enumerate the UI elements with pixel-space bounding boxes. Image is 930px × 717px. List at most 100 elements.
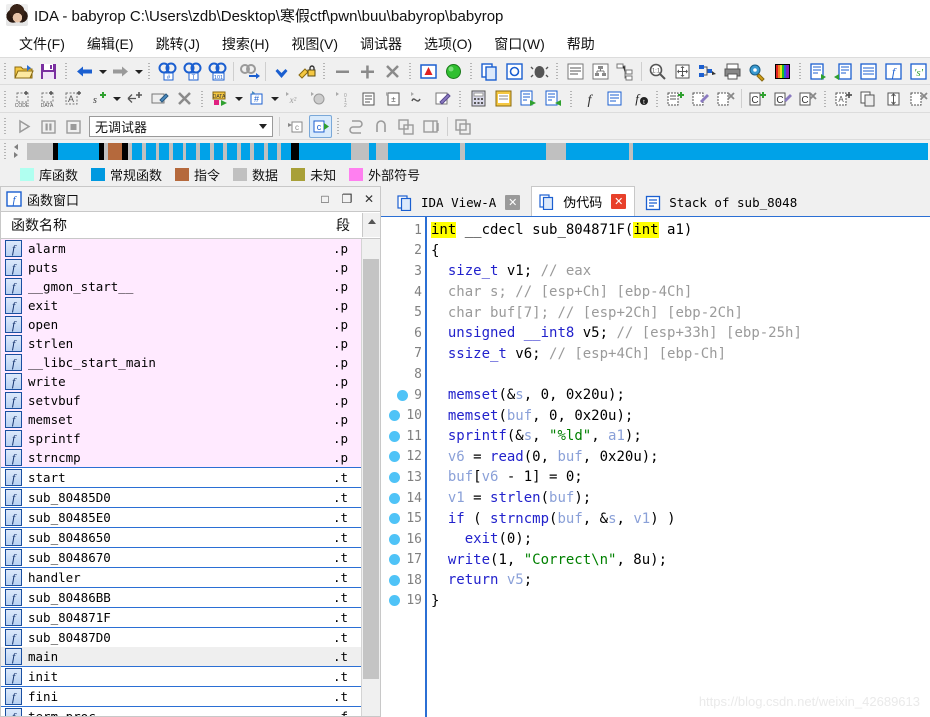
menu-options[interactable]: 选项(O) [413, 32, 483, 56]
tab-pseudocode[interactable]: 伪代码 ✕ [531, 186, 636, 216]
breakpoint-dot-icon[interactable] [389, 595, 401, 607]
toolbar-grip[interactable] [554, 61, 561, 81]
toolbar-grip[interactable] [457, 88, 464, 109]
functions-scrollbar[interactable] [361, 239, 380, 716]
breakpoint-dot-icon[interactable] [389, 430, 401, 442]
tab-close-icon[interactable]: ✕ [505, 195, 521, 210]
toolbar-grip[interactable] [654, 88, 661, 109]
table-row[interactable]: f strlen .p [1, 334, 361, 353]
code-line[interactable]: buf[v6 - 1] = 0; [431, 467, 930, 488]
toolbar-grip[interactable] [568, 88, 575, 109]
toolbar-grip[interactable] [407, 61, 414, 81]
code-line[interactable]: memset(buf, 0, 0x20u); [431, 405, 930, 426]
breakpoint-dot-icon[interactable] [397, 389, 409, 401]
breakpoint-dot-icon[interactable] [389, 451, 401, 463]
navigator-arrows-icon[interactable] [11, 143, 23, 160]
hex-format-icon[interactable]: # [245, 87, 268, 110]
table-row[interactable]: f memset .p [1, 410, 361, 429]
table-row[interactable]: f handler .t [1, 567, 361, 587]
segments-icon[interactable] [857, 60, 880, 83]
maximize-icon[interactable]: □ [314, 189, 336, 209]
func-bold-icon[interactable]: ft [628, 87, 651, 110]
tile-windows-icon[interactable] [452, 115, 475, 138]
table-row[interactable]: f __gmon_start__ .p [1, 277, 361, 296]
green-run-icon[interactable] [442, 60, 465, 83]
italic-f-icon[interactable]: f [578, 87, 601, 110]
minus-icon[interactable] [331, 60, 354, 83]
debugger-select[interactable]: 无调试器 [89, 115, 273, 137]
open-file-icon[interactable] [12, 60, 35, 83]
menu-debugger[interactable]: 调试器 [349, 32, 413, 56]
table-row[interactable]: f puts .p [1, 258, 361, 277]
gutter-line[interactable]: 18 [381, 570, 425, 591]
strings-s-icon[interactable]: 's' [907, 60, 930, 83]
line-number-gutter[interactable]: 1 2 3 4 5 6 7 8 9 10 11 12 13 14 15 16 17 18 19 [381, 217, 425, 717]
menu-help[interactable]: 帮助 [556, 32, 606, 56]
table-row[interactable]: f exit .p [1, 296, 361, 315]
plus-icon[interactable] [356, 60, 379, 83]
breakpoint-dot-icon[interactable] [389, 513, 401, 525]
add-lib-icon[interactable]: A [832, 87, 855, 110]
pause-icon[interactable] [37, 115, 60, 138]
run-to-cursor-icon[interactable]: c [309, 114, 332, 138]
back-dropdown-icon[interactable] [97, 61, 108, 82]
toolbar-grip[interactable] [321, 61, 328, 81]
make-struct-icon[interactable]: s [87, 87, 110, 110]
stop-icon[interactable] [62, 115, 85, 138]
code-line[interactable] [431, 364, 930, 385]
toolbar-grip[interactable] [468, 61, 475, 81]
breakpoint-dot-icon[interactable] [389, 471, 401, 483]
menu-file[interactable]: 文件(F) [8, 32, 76, 56]
toolbar-grip[interactable] [2, 116, 9, 136]
table-row[interactable]: f fini .t [1, 686, 361, 706]
edit-func-icon[interactable] [148, 87, 171, 110]
search-hex-icon[interactable]: # [156, 60, 179, 83]
column-header-name[interactable]: 函数名称 [1, 215, 336, 235]
signed-icon[interactable]: ± [381, 87, 404, 110]
menu-window[interactable]: 窗口(W) [483, 32, 556, 56]
code-line[interactable]: int __cdecl sub_804871F(int a1) [431, 220, 930, 241]
gutter-line[interactable]: 17 [381, 550, 425, 571]
new-import-icon[interactable] [832, 60, 855, 83]
table-row[interactable]: f sub_80485E0 .t [1, 507, 361, 527]
code-line[interactable]: } [431, 591, 930, 612]
c-plus-icon[interactable]: C [746, 87, 769, 110]
jump-down-icon[interactable] [270, 60, 293, 83]
copy-pages-icon[interactable] [478, 60, 501, 83]
table-row[interactable]: f term_proc.f [1, 706, 361, 716]
undefine-x-icon[interactable] [173, 87, 196, 110]
toolbar-grip[interactable] [2, 88, 9, 109]
c-edit-icon[interactable]: C [771, 87, 794, 110]
code-line[interactable]: { [431, 241, 930, 262]
attach-process-icon[interactable]: c [284, 115, 307, 138]
binary-012-icon[interactable]: 012 [331, 87, 354, 110]
make-array-icon[interactable] [123, 87, 146, 110]
table-row[interactable]: f sub_8048670 .t [1, 547, 361, 567]
debugger-bug-icon[interactable] [528, 60, 551, 83]
gutter-line[interactable]: 15 [381, 508, 425, 529]
code-line[interactable]: ssize_t v6; // [esp+4Ch] [ebp-Ch] [431, 344, 930, 365]
gutter-line[interactable]: 6 [381, 323, 425, 344]
xrefs-graph-icon[interactable] [696, 60, 719, 83]
table-row[interactable]: f sprintf .p [1, 429, 361, 448]
search-text-icon[interactable]: T [181, 60, 204, 83]
edit-struct-icon[interactable] [689, 87, 712, 110]
gutter-line[interactable]: 16 [381, 529, 425, 550]
code-line[interactable]: char s; // [esp+Ch] [ebp-4Ch] [431, 282, 930, 303]
data-format-icon[interactable]: DATA [209, 87, 232, 110]
table-row[interactable]: f sub_80486BB .t [1, 587, 361, 607]
make-ascii-icon[interactable]: A [62, 87, 85, 110]
table-row[interactable]: f sub_804871F .t [1, 607, 361, 627]
gutter-line[interactable]: 14 [381, 488, 425, 509]
tab-ida-view-a[interactable]: IDA View-A ✕ [389, 188, 530, 216]
menu-jump[interactable]: 跳转(J) [145, 32, 211, 56]
gutter-line[interactable]: 3 [381, 261, 425, 282]
del-struct-icon[interactable] [714, 87, 737, 110]
code-line[interactable]: memset (& s, 0, 0x20u); [431, 385, 930, 406]
scroll-up-icon[interactable] [362, 213, 380, 237]
gutter-line[interactable]: 13 [381, 467, 425, 488]
zoom-icon[interactable]: 1:1 [646, 60, 669, 83]
play-icon[interactable] [12, 115, 35, 138]
data-dropdown-icon[interactable] [233, 88, 244, 109]
new-export-icon[interactable] [807, 60, 830, 83]
